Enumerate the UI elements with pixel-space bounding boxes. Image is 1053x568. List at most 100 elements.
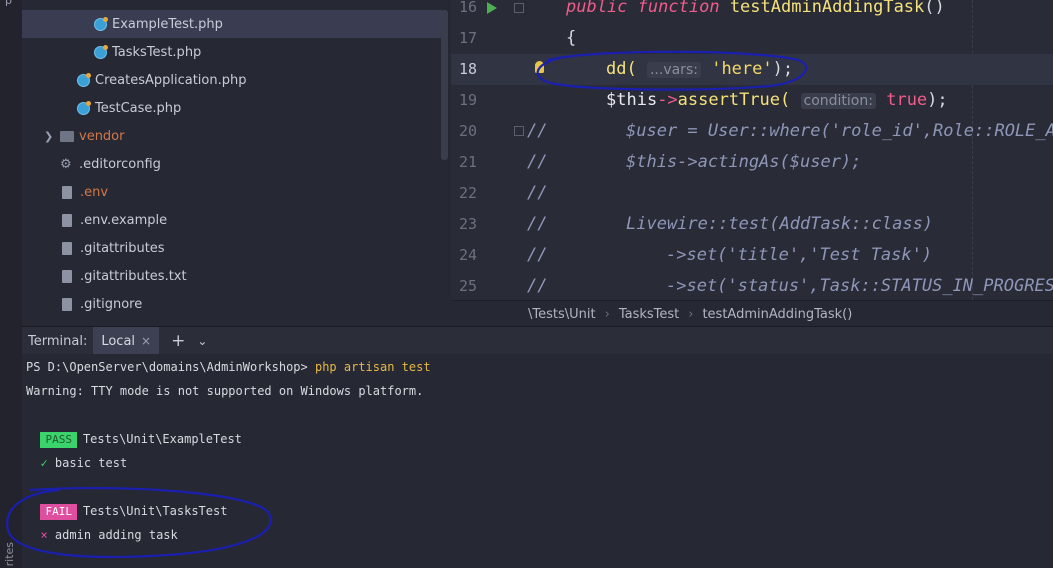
code-text: ->set('title','Test Task') xyxy=(666,245,933,265)
tree-item-label: .gitignore xyxy=(80,296,143,312)
line-number: 20 xyxy=(458,122,477,140)
check-icon: ✓ xyxy=(40,456,48,470)
fold-icon[interactable] xyxy=(514,3,524,13)
folder-icon xyxy=(60,130,74,142)
tree-item-editorconfig[interactable]: ⚙ .editorconfig xyxy=(22,150,442,178)
tree-item-taskstest[interactable]: TasksTest.php xyxy=(22,38,442,66)
code-text: $this->actingAs($user); xyxy=(626,152,862,172)
tree-item-label: .env.example xyxy=(80,212,168,228)
breadcrumb: \Tests\Unit › TasksTest › testAdminAddin… xyxy=(451,300,1053,327)
line-number: 21 xyxy=(458,153,477,171)
code-line-20[interactable]: 20 // $user = User::where('role_id',Role… xyxy=(451,116,1053,147)
test-result-fail: FAIL Tests\Unit\TasksTest xyxy=(26,499,227,523)
code-line-23[interactable]: 23 // Livewire::test(AddTask::class) xyxy=(451,209,1053,240)
line-number: 24 xyxy=(458,246,477,264)
tab-local-label: Local xyxy=(101,333,136,349)
file-icon xyxy=(62,269,72,283)
code-text: public function testAdminAddingTask() xyxy=(566,0,945,17)
tree-item-label: .gitattributes.txt xyxy=(80,268,187,284)
tree-item-env[interactable]: .env xyxy=(22,178,442,206)
chevron-down-icon[interactable]: ⌄ xyxy=(197,334,207,348)
line-number: 17 xyxy=(458,29,477,47)
terminal-output[interactable]: PS D:\OpenServer\domains\AdminWorkshop> … xyxy=(22,354,1053,568)
run-test-icon[interactable] xyxy=(487,2,497,14)
line-number: 22 xyxy=(458,184,477,202)
file-icon xyxy=(62,241,72,255)
tree-item-label: TasksTest.php xyxy=(112,44,202,60)
test-case-fail: × admin adding task xyxy=(40,528,178,542)
code-line-24[interactable]: 24 // ->set('title','Test Task') xyxy=(451,240,1053,271)
project-tree: ExampleTest.php TasksTest.php CreatesApp… xyxy=(22,0,450,325)
breadcrumb-separator: › xyxy=(604,306,610,322)
tree-item-label: ExampleTest.php xyxy=(112,16,223,32)
terminal-warning: Warning: TTY mode is not supported on Wi… xyxy=(26,384,424,398)
comment-marker: // xyxy=(527,121,548,141)
code-line-25[interactable]: 25 // ->set('status',Task::STATUS_IN_PRO… xyxy=(451,271,1053,300)
breadcrumb-class[interactable]: TasksTest xyxy=(619,307,679,322)
code-line-18[interactable]: 18 dd( ...vars: 'here'); xyxy=(451,54,1053,85)
file-icon xyxy=(62,185,72,199)
code-line-16[interactable]: 16 public function testAdminAddingTask() xyxy=(451,0,1053,23)
test-result-pass: PASS Tests\Unit\ExampleTest xyxy=(26,427,242,451)
tree-item-createsapplication[interactable]: CreatesApplication.php xyxy=(22,66,442,94)
tree-item-label: TestCase.php xyxy=(95,100,182,116)
cross-icon: × xyxy=(40,528,48,542)
php-class-icon xyxy=(94,16,108,31)
tree-scrollbar[interactable] xyxy=(441,10,448,160)
code-line-19[interactable]: 19 $this->assertTrue( condition: true); xyxy=(451,85,1053,116)
close-icon[interactable]: × xyxy=(141,334,151,348)
tree-item-label: vendor xyxy=(79,128,125,144)
tree-item-gitignore[interactable]: .gitignore xyxy=(22,290,442,318)
test-case-pass: ✓ basic test xyxy=(40,456,128,470)
terminal-label: Terminal: xyxy=(28,333,88,349)
new-terminal-button[interactable]: + xyxy=(171,331,185,351)
file-icon xyxy=(62,297,72,311)
terminal-command-line: PS D:\OpenServer\domains\AdminWorkshop> … xyxy=(26,355,431,379)
chevron-right-icon[interactable]: ❯ xyxy=(44,130,58,143)
code-text: { xyxy=(566,28,577,48)
tree-item-env-example[interactable]: .env.example xyxy=(22,206,442,234)
code-line-22[interactable]: 22 // xyxy=(451,178,1053,209)
code-text: $this->assertTrue( condition: true); xyxy=(606,90,948,110)
code-line-21[interactable]: 21 // $this->actingAs($user); xyxy=(451,147,1053,178)
line-number: 23 xyxy=(458,215,477,233)
breadcrumb-namespace[interactable]: \Tests\Unit xyxy=(528,307,596,322)
line-number: 25 xyxy=(458,277,477,295)
tree-item-gitattributes-txt[interactable]: .gitattributes.txt xyxy=(22,262,442,290)
tree-item-vendor[interactable]: ❯ vendor xyxy=(22,122,442,150)
tree-item-label: .gitattributes xyxy=(80,240,165,256)
tree-item-exampletest[interactable]: ExampleTest.php xyxy=(22,10,442,38)
tree-item-gitattributes[interactable]: .gitattributes xyxy=(22,234,442,262)
comment-marker: // xyxy=(527,214,548,234)
tab-local[interactable]: Local × xyxy=(93,327,160,355)
tree-item-testcase[interactable]: TestCase.php xyxy=(22,94,442,122)
code-text: dd( ...vars: 'here'); xyxy=(606,59,794,79)
gear-icon: ⚙ xyxy=(60,156,72,172)
fold-icon[interactable] xyxy=(514,126,524,136)
fail-badge: FAIL xyxy=(40,504,77,520)
code-line-17[interactable]: 17 { xyxy=(451,23,1053,54)
param-hint: ...vars: xyxy=(646,62,701,78)
comment-marker: // xyxy=(527,183,548,203)
terminal-prompt: PS D:\OpenServer\domains\AdminWorkshop> xyxy=(26,360,315,374)
favorites-tool-tab[interactable]: rites xyxy=(3,542,16,566)
terminal-command: php artisan test xyxy=(314,360,431,374)
lightbulb-icon[interactable] xyxy=(535,61,544,73)
php-class-icon xyxy=(77,72,91,87)
param-hint: condition: xyxy=(800,93,876,109)
tree-item-label: .editorconfig xyxy=(79,156,161,172)
file-icon xyxy=(62,213,72,227)
php-class-icon xyxy=(77,100,91,115)
comment-marker: // xyxy=(527,245,548,265)
breadcrumb-separator: › xyxy=(688,306,694,322)
tree-item-label: CreatesApplication.php xyxy=(95,72,247,88)
strip-fragment-top: p xyxy=(5,0,12,7)
line-number: 18 xyxy=(458,60,477,78)
breadcrumb-method[interactable]: testAdminAddingTask() xyxy=(702,307,852,322)
left-tool-strip: p rites xyxy=(0,0,23,568)
code-text: ->set('status',Task::STATUS_IN_PROGRESS xyxy=(666,276,1053,296)
code-text: $user = User::where('role_id',Role::ROLE… xyxy=(626,121,1053,141)
code-editor[interactable]: 16 public function testAdminAddingTask()… xyxy=(451,0,1053,300)
comment-marker: // xyxy=(527,152,548,172)
code-text: Livewire::test(AddTask::class) xyxy=(626,214,934,234)
